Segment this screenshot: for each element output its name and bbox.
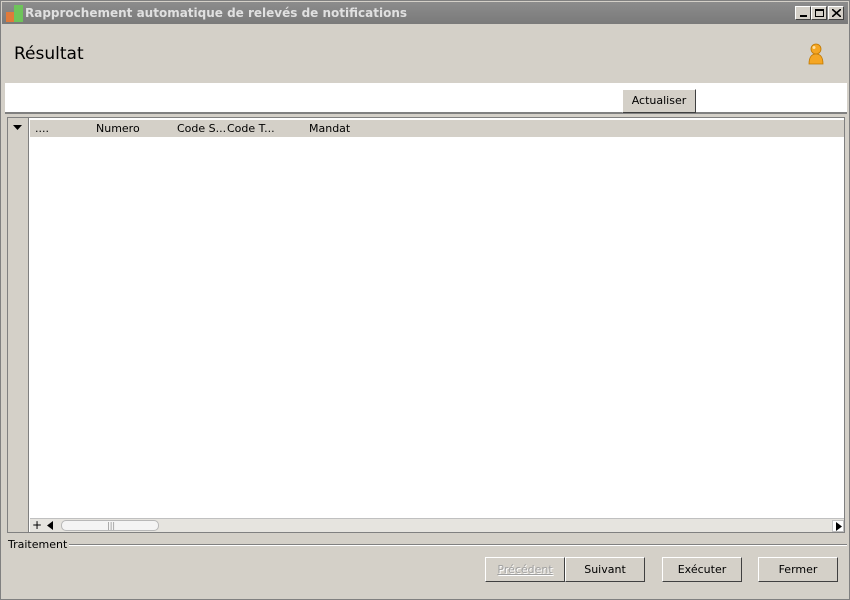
title-bar[interactable]: Rapprochement automatique de relevés de … xyxy=(2,2,848,24)
page-title: Résultat xyxy=(14,44,84,64)
close-window-button[interactable] xyxy=(828,6,844,20)
app-icon xyxy=(6,5,23,22)
row-gutter xyxy=(8,118,29,532)
previous-button-label: Précédent xyxy=(497,563,553,576)
refresh-button[interactable]: Actualiser xyxy=(622,89,696,113)
results-grid[interactable]: .... Numero Code S... Code T... Mandat +… xyxy=(7,117,845,533)
scrollbar-thumb[interactable]: ||| xyxy=(61,520,159,531)
column-header-numero[interactable]: Numero xyxy=(96,122,140,135)
scroll-right-button[interactable] xyxy=(832,520,844,532)
group-label-traitement: Traitement xyxy=(8,538,70,551)
toolbar: Actualiser xyxy=(5,83,847,114)
grid-header: .... Numero Code S... Code T... Mandat xyxy=(30,120,844,137)
execute-button-label: Exécuter xyxy=(677,563,727,576)
column-header-selector[interactable]: .... xyxy=(35,122,49,135)
previous-button[interactable]: Précédent xyxy=(485,557,565,582)
maximize-icon xyxy=(815,9,824,17)
user-icon xyxy=(808,43,824,65)
scroll-right-icon xyxy=(836,522,842,531)
column-header-code-s[interactable]: Code S... xyxy=(177,122,226,135)
next-button-label: Suivant xyxy=(584,563,626,576)
close-button-label: Fermer xyxy=(778,563,818,576)
column-header-code-t[interactable]: Code T... xyxy=(227,122,275,135)
page-header: Résultat xyxy=(2,24,848,84)
window-title: Rapprochement automatique de relevés de … xyxy=(25,6,408,20)
main-window: Rapprochement automatique de relevés de … xyxy=(0,0,850,600)
chevron-down-icon[interactable] xyxy=(13,125,22,131)
next-button[interactable]: Suivant xyxy=(565,557,645,582)
maximize-button[interactable] xyxy=(811,6,827,20)
add-row-button[interactable]: + xyxy=(30,519,44,532)
scroll-left-icon[interactable] xyxy=(47,521,53,530)
execute-button[interactable]: Exécuter xyxy=(662,557,742,582)
group-divider xyxy=(61,544,847,546)
column-header-mandat[interactable]: Mandat xyxy=(309,122,350,135)
horizontal-scrollbar[interactable]: + ||| xyxy=(30,518,844,532)
close-icon xyxy=(832,9,841,17)
minimize-button[interactable] xyxy=(795,6,811,20)
close-button[interactable]: Fermer xyxy=(758,557,838,582)
minimize-icon xyxy=(800,15,807,17)
